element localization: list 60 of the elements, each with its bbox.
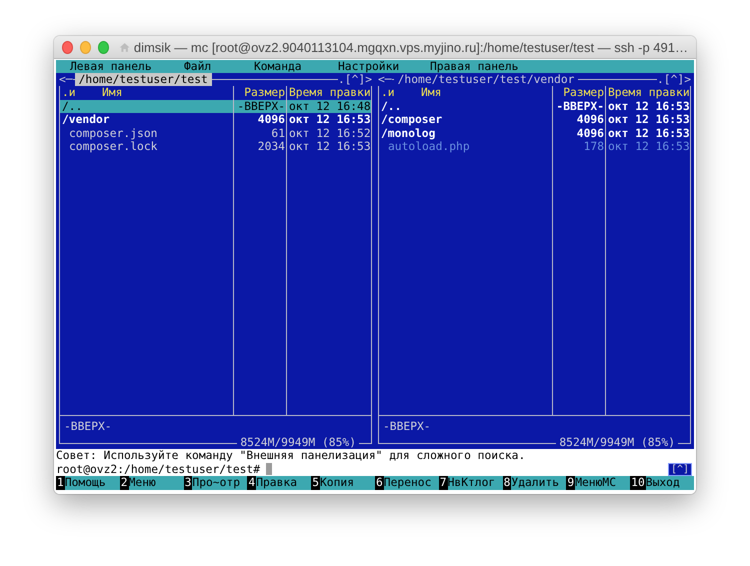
file-row[interactable]: /composer 4096 окт 12 16:53 <box>379 113 690 127</box>
file-name: /.. <box>62 100 82 114</box>
shell-prompt: root@ovz2:/home/testuser/test# <box>56 462 260 476</box>
file-row[interactable]: autoload.php 178 окт 12 16:53 <box>379 140 690 154</box>
file-row[interactable]: /vendor 4096 окт 12 16:53 <box>60 113 371 127</box>
table-cell: окт 12 16:53 <box>286 140 371 154</box>
column-header[interactable]: .и <box>381 86 421 100</box>
frame-mark[interactable]: .[^]> <box>338 73 372 86</box>
table-cell: 61 <box>233 126 286 140</box>
status-text: -ВВЕРХ- <box>383 420 431 433</box>
zoom-button[interactable] <box>98 40 109 54</box>
panel-path: /home/testuser/test <box>74 73 212 86</box>
file-name: autoload.php <box>387 140 470 154</box>
column-header[interactable]: Имя <box>102 86 122 100</box>
file-name: /monolog <box>381 126 436 140</box>
table-cell: окт 12 16:53 <box>286 113 371 127</box>
text-cursor <box>266 463 272 476</box>
close-button[interactable] <box>62 40 73 54</box>
free-space: 8524M/9949M (85%) <box>556 436 678 450</box>
table-cell: окт 12 16:53 <box>605 126 690 140</box>
table-cell: -ВВЕРХ- <box>552 100 605 114</box>
file-name: /composer <box>381 113 442 127</box>
file-row[interactable]: /.. -ВВЕРХ- окт 12 16:53 <box>379 100 690 114</box>
file-row[interactable]: composer.json 61 окт 12 16:52 <box>60 126 371 140</box>
table-cell: 178 <box>552 140 605 154</box>
table-cell: окт 12 16:53 <box>605 140 690 154</box>
window-title: dimsik — mc [root@ovz2.9040113104.mgqxn.vps.myjino.ru]:/home/testuser/test — ssh -p 491… <box>134 40 688 54</box>
free-space: 8524M/9949M (85%) <box>237 436 359 450</box>
file-name: /vendor <box>62 113 110 127</box>
menu-item[interactable]: Настройки <box>338 60 430 74</box>
table-cell: окт 12 16:48 <box>286 100 371 114</box>
table-cell: 4096 <box>233 113 286 127</box>
menu-item[interactable]: Файл <box>184 60 254 74</box>
file-row[interactable]: composer.lock 2034 окт 12 16:53 <box>60 140 371 154</box>
status-text: -ВВЕРХ- <box>64 420 112 433</box>
file-name: /.. <box>381 100 402 114</box>
file-name: composer.json <box>68 126 158 140</box>
column-header[interactable]: Имя <box>421 86 442 100</box>
table-cell: 4096 <box>552 113 605 127</box>
table-cell: -ВВЕРХ- <box>233 100 286 114</box>
frame-mark[interactable]: .[^]> <box>656 73 691 86</box>
minimize-button[interactable] <box>80 40 91 54</box>
table-cell: окт 12 16:52 <box>286 126 371 140</box>
column-header[interactable]: .и <box>62 86 102 100</box>
file-name: composer.lock <box>68 140 158 154</box>
menu-item[interactable]: Команда <box>254 60 338 74</box>
table-cell: окт 12 16:53 <box>605 100 690 114</box>
column-header[interactable]: Время правки <box>605 86 690 100</box>
column-header[interactable]: Размер <box>552 86 605 100</box>
home-icon <box>118 40 130 54</box>
scroll-indicator[interactable]: [^] <box>668 462 692 476</box>
table-cell: окт 12 16:53 <box>605 113 690 127</box>
menu-item[interactable]: Левая панель <box>70 60 184 74</box>
table-cell: 2034 <box>233 140 286 154</box>
file-row[interactable]: /.. -ВВЕРХ- окт 12 16:48 <box>60 100 371 114</box>
hint-text: Совет: Используйте команду "Внешняя панелизация" для сложного поиска. <box>56 449 526 463</box>
panel-path: /home/testuser/test/vendor <box>394 73 578 86</box>
table-cell: 4096 <box>552 126 605 140</box>
file-row[interactable]: /monolog 4096 окт 12 16:53 <box>379 126 690 140</box>
menu-item[interactable]: Правая панель <box>430 60 518 74</box>
